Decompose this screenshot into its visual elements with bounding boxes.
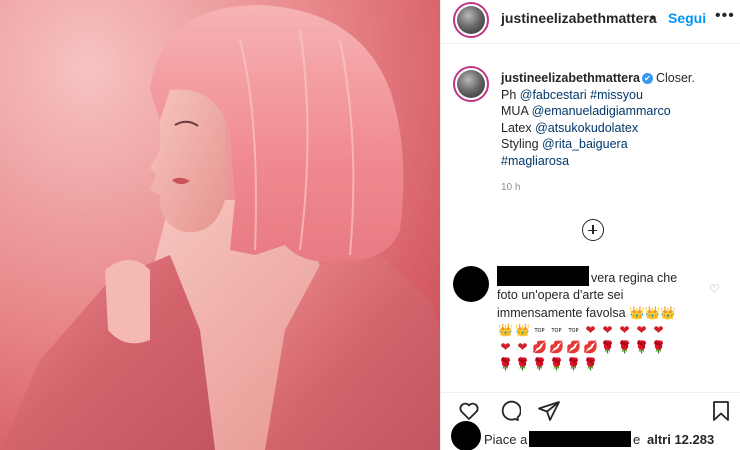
redacted-liker (529, 431, 631, 447)
crown-icon: 👑 (629, 305, 645, 320)
heart-emoji-icon: ❤ (619, 323, 630, 337)
caption-label-latex: Latex (501, 120, 536, 135)
caption-link-mua[interactable]: @emanueladigiammarco (532, 104, 671, 118)
caption-hashtag-missyou[interactable]: #missyou (590, 88, 643, 102)
rose-icon: 🌹 (617, 340, 632, 354)
emoji-row-2: 👑 👑 TOP TOP TOP ❤ ❤ ❤ ❤ ❤ (497, 322, 727, 339)
heart-emoji-icon: ❤ (585, 323, 596, 337)
crown-icon: 👑 (515, 323, 530, 337)
commenter-avatar[interactable] (453, 266, 489, 302)
heart-emoji-icon: ❤ (517, 340, 528, 354)
rose-icon: 🌹 (583, 357, 598, 371)
crown-icon: 👑 (660, 305, 676, 320)
share-icon[interactable] (537, 399, 561, 423)
liker-avatar[interactable] (451, 421, 481, 450)
top-arrow-icon: TOP (568, 328, 579, 334)
header-username[interactable]: justineelizabethmattera (501, 10, 657, 26)
post-photo-illustration (0, 5, 440, 450)
kiss-icon: 💋 (566, 340, 581, 354)
load-more-comments-icon[interactable] (582, 219, 604, 241)
kiss-icon: 💋 (549, 340, 564, 354)
crown-icon: 👑 (498, 323, 513, 337)
rose-icon: 🌹 (498, 357, 513, 371)
rose-icon: 🌹 (549, 357, 564, 371)
caption-label-styling: Styling (501, 137, 542, 151)
emoji-row-4: 🌹 🌹 🌹 🌹 🌹 🌹 (497, 356, 727, 373)
caption-label-ph: Ph (501, 87, 520, 102)
likes-prefix: Piace a (484, 432, 528, 447)
caption-username[interactable]: justineelizabethmattera (501, 71, 640, 85)
heart-emoji-icon: ❤ (602, 323, 613, 337)
caption-text: Closer. (655, 71, 695, 85)
likes-conjunction: e (633, 432, 641, 447)
comment-text-2: foto un'opera d'arte sei (497, 288, 624, 302)
top-arrow-icon: TOP (534, 328, 545, 334)
comment-body: vera regina che foto un'opera d'arte sei… (497, 270, 727, 373)
verified-badge-icon: ✔ (641, 73, 653, 84)
rose-icon: 🌹 (532, 357, 547, 371)
caption-avatar[interactable] (453, 66, 489, 102)
caption-link-styling[interactable]: @rita_baiguera (542, 137, 628, 151)
heart-emoji-icon: ❤ (653, 323, 664, 337)
bookmark-icon[interactable] (709, 399, 733, 423)
heart-emoji-icon: ❤ (500, 340, 511, 354)
kiss-icon: 💋 (532, 340, 547, 354)
header-separator: • (650, 9, 655, 25)
comment-text-1: vera regina che (591, 271, 678, 285)
caption-link-photographer[interactable]: @fabcestari (520, 88, 587, 102)
comment-text-3: immensamente favolsa (497, 306, 626, 320)
caption-label-mua: MUA (501, 104, 532, 118)
rose-icon: 🌹 (600, 340, 615, 354)
post-side-panel: justineelizabethmattera • Segui ••• just… (440, 0, 740, 450)
caption-link-latex[interactable]: @atsukokudolatex (535, 121, 638, 135)
likes-summary[interactable]: Piace a e altri 12.283 (484, 431, 714, 447)
likes-count[interactable]: altri 12.283 (647, 432, 714, 447)
heart-icon[interactable] (457, 399, 481, 423)
rose-icon: 🌹 (515, 357, 530, 371)
heart-emoji-icon: ❤ (636, 323, 647, 337)
caption-hashtag-magliarosa[interactable]: #magliarosa (501, 154, 569, 168)
user-avatar[interactable] (453, 2, 489, 38)
post-photo[interactable] (0, 0, 440, 450)
post-caption: justineelizabethmattera ✔ Closer. Ph @fabc… (501, 70, 731, 169)
follow-button[interactable]: Segui (668, 10, 706, 26)
post-timestamp[interactable]: 10 h (501, 182, 520, 193)
comment-icon[interactable] (497, 399, 522, 423)
post-actions (441, 392, 740, 426)
more-options-icon[interactable]: ••• (715, 7, 735, 25)
crown-icon: 👑 (644, 305, 661, 320)
emoji-row-3: ❤ ❤ 💋 💋 💋 💋 🌹 🌹 🌹 🌹 (497, 339, 727, 356)
top-arrow-icon: TOP (551, 328, 562, 334)
rose-icon: 🌹 (566, 357, 581, 371)
rose-icon: 🌹 (634, 340, 649, 354)
comment-like-icon[interactable]: ♡ (709, 282, 720, 296)
rose-icon: 🌹 (651, 340, 666, 354)
post-header: justineelizabethmattera • Segui ••• (441, 0, 740, 44)
kiss-icon: 💋 (583, 340, 598, 354)
